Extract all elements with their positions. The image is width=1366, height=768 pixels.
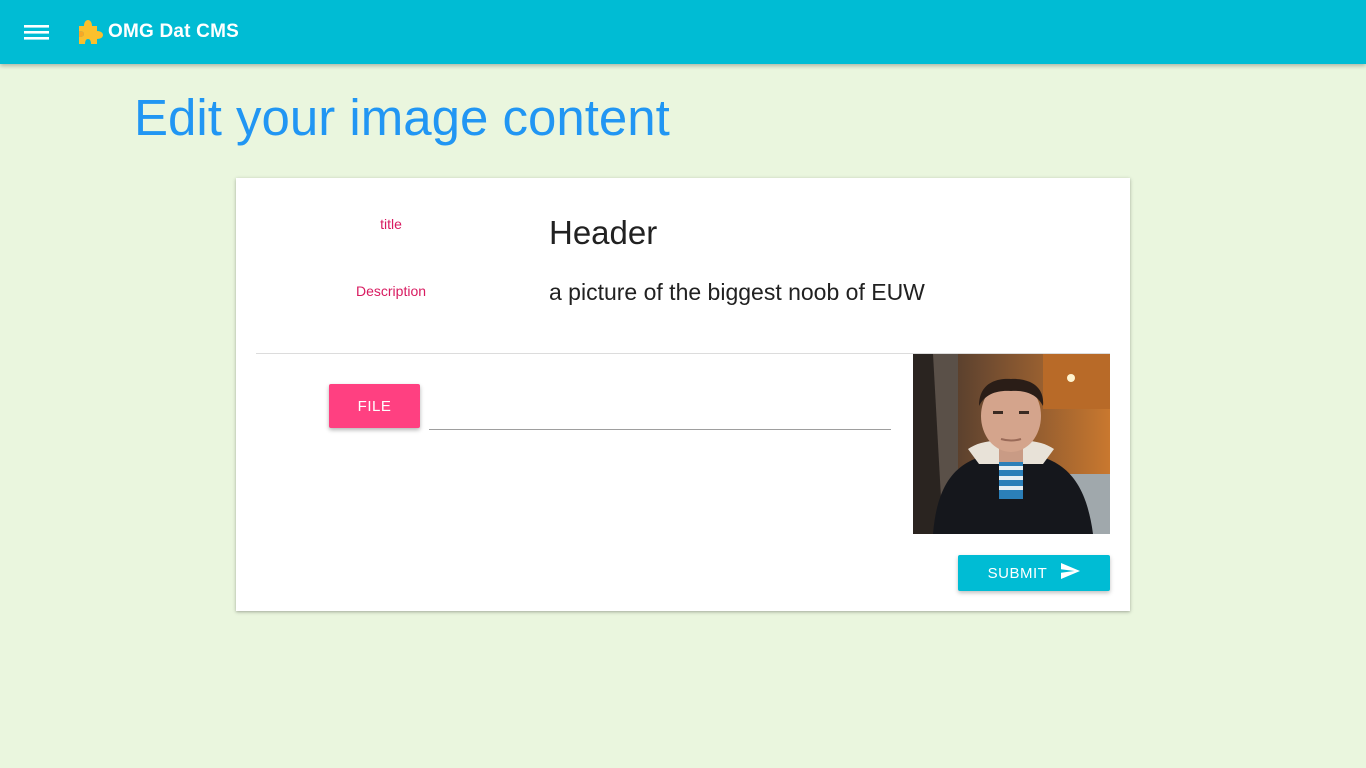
app-bar: OMG Dat CMS [0, 0, 1366, 64]
description-value[interactable]: a picture of the biggest noob of EUW [549, 279, 925, 306]
page-title: Edit your image content [134, 89, 670, 146]
submit-label: SUBMIT [987, 564, 1048, 582]
file-path-input[interactable] [429, 390, 891, 430]
preview-image [913, 354, 1110, 534]
send-icon [1061, 563, 1081, 583]
file-button[interactable]: FILE [329, 384, 420, 428]
submit-button[interactable]: SUBMIT [958, 555, 1110, 591]
app-title[interactable]: OMG Dat CMS [108, 21, 239, 43]
description-label: Description [355, 283, 427, 299]
title-value[interactable]: Header [549, 214, 657, 252]
title-label: title [380, 216, 402, 232]
menu-icon[interactable] [24, 20, 49, 45]
puzzle-piece-icon [76, 17, 104, 45]
edit-form-card: title Header Description a picture of th… [236, 178, 1130, 611]
